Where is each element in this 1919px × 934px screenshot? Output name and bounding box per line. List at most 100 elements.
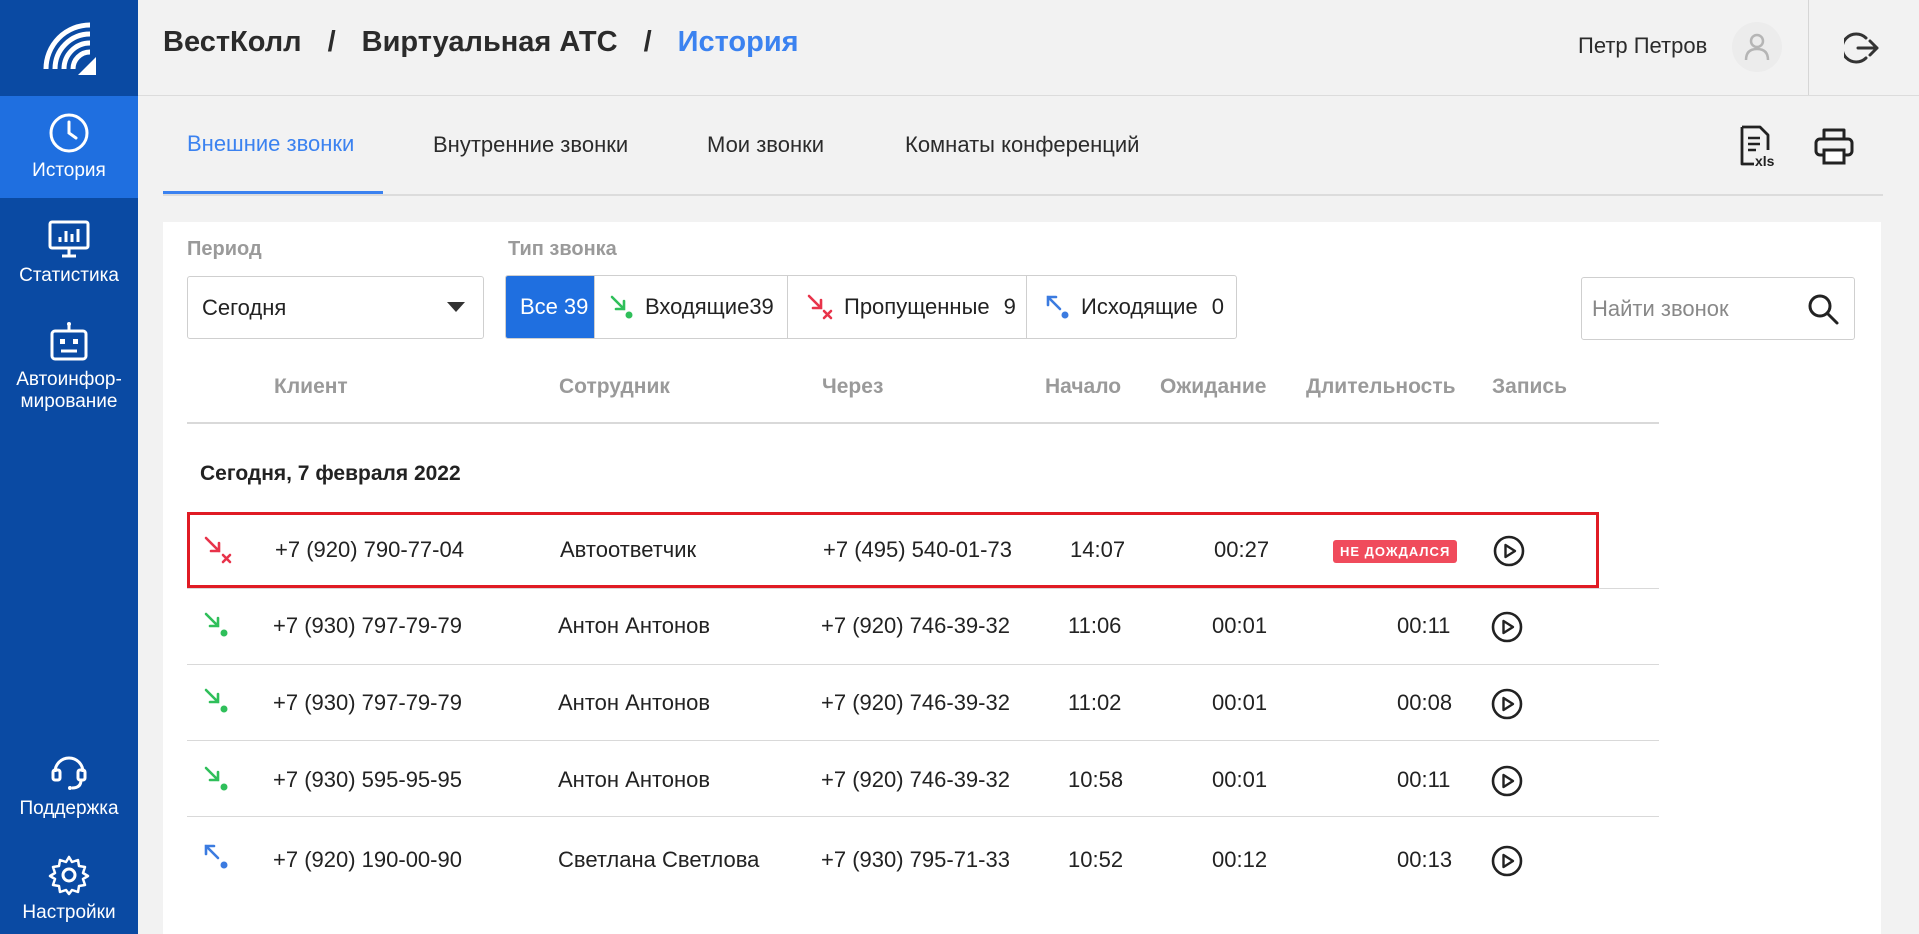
sidebar-item-statistics[interactable]: Статистика [0, 208, 138, 298]
search-icon[interactable] [1806, 292, 1840, 326]
column-header-employee[interactable]: Сотрудник [559, 375, 670, 399]
incoming-call-icon [204, 612, 228, 637]
filter-incoming-label: Входящие [645, 294, 750, 319]
employee-name: Светлана Светлова [558, 847, 760, 872]
filter-missed[interactable]: Пропущенные 9 [788, 276, 1027, 338]
outgoing-call-icon [204, 844, 228, 869]
call-type-filter: Все 39 Входящие 39 Пропущенные 9 Исходящ… [505, 275, 1237, 339]
employee-name: Антон Антонов [558, 767, 711, 792]
via-phone: +7 (930) 795-71-33 [821, 847, 1010, 872]
xls-text: xls [1755, 153, 1775, 168]
gear-icon [48, 855, 90, 896]
status-badge: НЕ ДОЖДАЛСЯ [1333, 540, 1458, 563]
breadcrumb-separator: / [643, 26, 652, 58]
client-phone[interactable]: +7 (930) 595-95-95 [273, 767, 462, 793]
table-row[interactable]: +7 (930) 595-95-95 Антон Антонов +7 (920… [187, 740, 1659, 816]
breadcrumb-separator: / [327, 26, 336, 58]
via-phone: +7 (495) 540-01-73 [823, 537, 1012, 562]
user-icon [1744, 33, 1770, 61]
xls-file-icon: xls [1740, 125, 1775, 168]
table-row[interactable]: +7 (920) 190-00-90 Светлана Светлова +7 … [187, 816, 1659, 906]
period-label: Период [187, 238, 262, 260]
employee-name: Автоответчик [560, 537, 697, 562]
start-time: 10:52 [1068, 847, 1124, 872]
sidebar-item-label: Поддержка [19, 798, 119, 819]
breadcrumb-item-company[interactable]: ВестКолл [163, 26, 302, 59]
export-xls-button[interactable]: xls [1734, 122, 1782, 170]
column-header-start[interactable]: Начало [1045, 375, 1121, 399]
sidebar-item-autoinform[interactable]: Автоинфор- мирование [0, 312, 138, 422]
play-icon[interactable] [1493, 535, 1525, 567]
filter-outgoing-label: Исходящие [1081, 294, 1198, 319]
play-icon[interactable] [1491, 845, 1523, 877]
column-header-client[interactable]: Клиент [274, 375, 348, 399]
sidebar: История Статистика Автоинфор- мирование [0, 0, 138, 934]
filter-missed-label: Пропущенные [844, 294, 990, 319]
missed-call-icon [204, 536, 232, 564]
print-button[interactable] [1810, 122, 1858, 170]
date-group-title: Сегодня, 7 февраля 2022 [200, 462, 461, 485]
wait-time: 00:01 [1212, 613, 1268, 638]
start-time: 14:07 [1070, 537, 1126, 562]
wait-time: 00:01 [1212, 690, 1268, 715]
printer-icon [1814, 128, 1854, 165]
client-phone[interactable]: +7 (920) 190-00-90 [273, 847, 462, 873]
via-phone: +7 (920) 746-39-32 [821, 690, 1010, 715]
wait-time: 00:12 [1212, 847, 1268, 872]
column-header-record: Запись [1492, 375, 1568, 398]
tab-my-calls[interactable]: Мои звонки [707, 96, 824, 194]
call-type-label: Тип звонка [508, 238, 617, 260]
tab-internal-calls[interactable]: Внутренние звонки [433, 96, 628, 194]
column-header-duration[interactable]: Длительность [1306, 375, 1456, 399]
breadcrumb-item-pbx[interactable]: Виртуальная АТС [362, 26, 618, 59]
employee-name: Антон Антонов [558, 613, 711, 638]
filter-all[interactable]: Все 39 [506, 276, 595, 338]
sidebar-item-label: История [32, 160, 106, 181]
breadcrumb-item-current: История [677, 26, 799, 58]
filter-all-count: 39 [563, 294, 589, 319]
monitor-chart-icon [48, 220, 90, 258]
column-header-wait[interactable]: Ожидание [1160, 375, 1266, 399]
via-phone: +7 (920) 746-39-32 [821, 767, 1010, 792]
play-icon[interactable] [1491, 611, 1523, 643]
start-time: 11:02 [1068, 690, 1122, 715]
avatar[interactable] [1732, 22, 1782, 72]
tab-conference-rooms[interactable]: Комнаты конференций [905, 96, 1139, 194]
sidebar-item-support[interactable]: Поддержка [0, 742, 138, 828]
period-select-value: Сегодня [202, 294, 287, 320]
table-row[interactable]: +7 (930) 797-79-79 Антон Антонов +7 (920… [187, 664, 1659, 740]
client-phone[interactable]: +7 (920) 790-77-04 [275, 537, 464, 563]
wait-time: 00:01 [1212, 767, 1268, 792]
header-divider-line [187, 422, 1659, 424]
filter-incoming[interactable]: Входящие 39 [595, 276, 788, 338]
logout-button[interactable] [1838, 24, 1886, 72]
client-phone[interactable]: +7 (930) 797-79-79 [273, 613, 462, 639]
table-row[interactable]: +7 (920) 790-77-04 Автоответчик +7 (495)… [187, 512, 1599, 588]
wait-time: 00:27 [1214, 537, 1270, 562]
user-name[interactable]: Петр Петров [1578, 33, 1707, 59]
sidebar-item-settings[interactable]: Настройки [0, 846, 138, 932]
filter-outgoing[interactable]: Исходящие 0 [1027, 276, 1236, 338]
sidebar-item-label: Автоинфор- [16, 369, 122, 390]
duration: 00:11 [1397, 613, 1451, 638]
breadcrumb: ВестКолл / Виртуальная АТС / История [163, 26, 799, 59]
search-input[interactable] [1592, 295, 1802, 322]
duration: 00:11 [1397, 767, 1451, 792]
tab-external-calls[interactable]: Внешние звонки [163, 96, 383, 194]
filter-missed-count: 9 [1003, 294, 1016, 319]
logo[interactable] [0, 0, 138, 96]
logo-icon [43, 22, 96, 75]
play-icon[interactable] [1491, 765, 1523, 797]
caret-down-icon [447, 302, 465, 312]
play-icon[interactable] [1491, 688, 1523, 720]
incoming-call-icon [204, 688, 228, 713]
client-phone[interactable]: +7 (930) 797-79-79 [273, 690, 462, 716]
table-row[interactable]: +7 (930) 797-79-79 Антон Антонов +7 (920… [187, 588, 1659, 664]
sidebar-item-history[interactable]: История [0, 96, 138, 198]
duration: 00:13 [1397, 847, 1453, 872]
duration: 00:08 [1397, 690, 1453, 715]
column-header-via[interactable]: Через [822, 375, 883, 399]
filter-all-label: Все [520, 294, 558, 319]
sidebar-item-label: Настройки [22, 902, 116, 923]
period-select[interactable]: Сегодня [187, 276, 484, 339]
